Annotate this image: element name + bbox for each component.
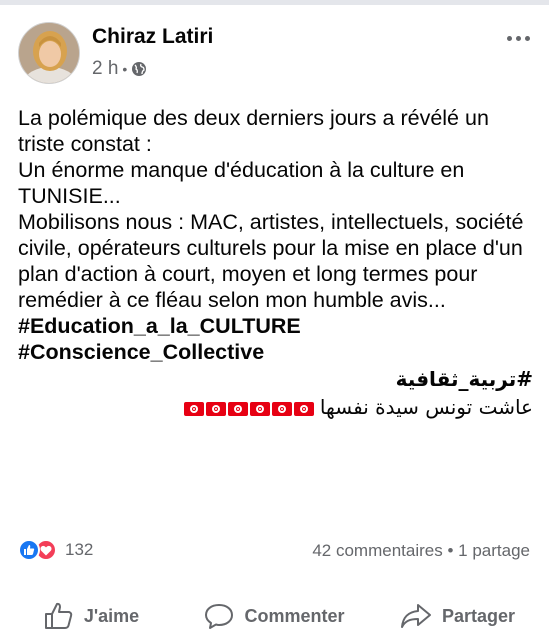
comment-icon <box>205 604 234 629</box>
more-options-button[interactable] <box>503 26 533 50</box>
like-label: J'aime <box>83 605 140 626</box>
share-button[interactable]: Partager <box>366 596 549 636</box>
top-separator-bar <box>0 0 549 5</box>
comment-label: Commenter <box>244 605 345 626</box>
post-paragraph: La polémique des deux derniers jours a r… <box>18 106 489 156</box>
post-header: Chiraz Latiri 2 h • <box>18 22 533 86</box>
engagement-summary: 42 commentaires • 1 partage <box>312 541 530 561</box>
hashtag-link[interactable]: #Education_a_la_CULTURE <box>18 313 533 339</box>
thumbs-up-icon <box>44 602 73 629</box>
share-arrow-icon <box>400 604 431 628</box>
hashtag-link[interactable]: #Conscience_Collective <box>18 339 533 365</box>
post-paragraph: Mobilisons nous : MAC, artistes, intelle… <box>18 210 524 312</box>
post-stats: 132 42 commentaires • 1 partage <box>18 538 533 564</box>
tunisia-flag-icon <box>205 401 226 416</box>
action-bar: J'aime Commenter Partager <box>0 596 549 636</box>
comments-count-link[interactable]: 42 commentaires <box>312 541 442 560</box>
more-dot-icon <box>506 35 512 41</box>
reactions-summary[interactable]: 132 <box>18 539 93 561</box>
stats-separator: • <box>447 541 454 560</box>
avatar-photo <box>19 23 79 83</box>
arabic-text: عاشت تونس سيدة نفسها <box>319 395 533 419</box>
more-dot-icon <box>515 35 521 41</box>
author-name[interactable]: Chiraz Latiri <box>92 25 213 49</box>
post-paragraph: Un énorme manque d'éducation à la cultur… <box>18 158 465 208</box>
shares-count-link[interactable]: 1 partage <box>458 541 530 560</box>
globe-icon[interactable] <box>131 61 147 77</box>
post-meta: 2 h • <box>92 58 147 80</box>
tunisia-flags <box>183 401 314 416</box>
tunisia-flag-icon <box>271 401 292 416</box>
tunisia-flag-icon <box>227 401 248 416</box>
like-button[interactable]: J'aime <box>0 596 183 636</box>
more-dot-icon <box>524 35 530 41</box>
tunisia-flag-icon <box>293 401 314 416</box>
meta-separator: • <box>122 61 128 77</box>
like-icon <box>18 539 40 561</box>
tunisia-flag-icon <box>249 401 270 416</box>
post-time[interactable]: 2 h <box>92 58 118 80</box>
arabic-hashtag-link[interactable]: #تربية_ثقافية <box>18 365 533 393</box>
avatar[interactable] <box>18 22 80 84</box>
comment-button[interactable]: Commenter <box>183 596 366 636</box>
reactions-count: 132 <box>65 540 94 559</box>
arabic-line: عاشت تونس سيدة نفسها <box>18 393 533 421</box>
post-body: La polémique des deux derniers jours a r… <box>18 105 533 421</box>
tunisia-flag-icon <box>183 401 204 416</box>
share-label: Partager <box>441 605 516 626</box>
